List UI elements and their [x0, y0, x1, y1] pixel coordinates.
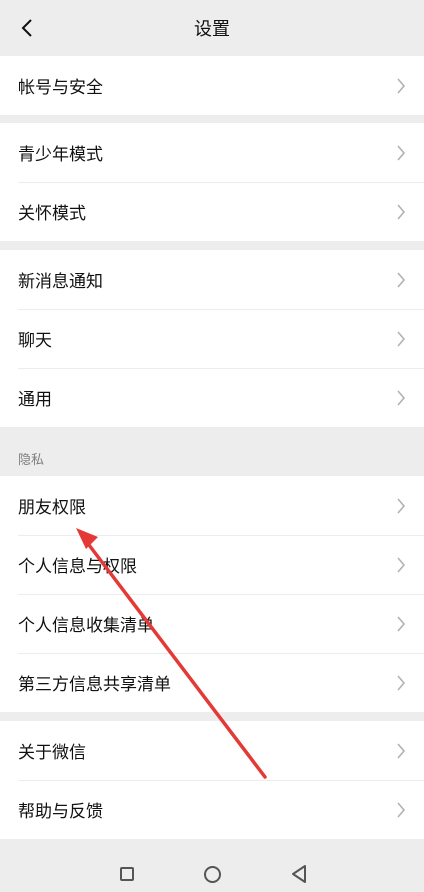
menu-item-care-mode[interactable]: 关怀模式 [0, 182, 424, 241]
menu-item-label: 新消息通知 [18, 272, 103, 292]
circle-icon[interactable] [204, 866, 221, 883]
menu-item-label: 第三方信息共享清单 [18, 675, 171, 695]
menu-item-friend-permissions[interactable]: 朋友权限 [0, 476, 424, 535]
chevron-right-icon [397, 330, 406, 347]
menu-item-label: 青少年模式 [18, 145, 103, 165]
menu-item-account-security[interactable]: 帐号与安全 [0, 56, 424, 115]
page-title: 设置 [194, 19, 230, 40]
settings-group-about: 关于微信 帮助与反馈 [0, 721, 424, 839]
chevron-right-icon [397, 144, 406, 161]
menu-item-help-feedback[interactable]: 帮助与反馈 [0, 780, 424, 839]
settings-group-privacy: 朋友权限 个人信息与权限 个人信息收集清单 第三方信息共享清单 [0, 476, 424, 712]
menu-item-label: 个人信息与权限 [18, 557, 137, 577]
triangle-back-icon[interactable] [290, 864, 308, 884]
chevron-right-icon [397, 674, 406, 691]
chevron-right-icon [397, 615, 406, 632]
chevron-right-icon [397, 801, 406, 818]
menu-item-label: 聊天 [18, 331, 52, 351]
menu-item-label: 个人信息收集清单 [18, 616, 154, 636]
menu-item-label: 帮助与反馈 [18, 802, 103, 822]
menu-item-third-party-sharing-list[interactable]: 第三方信息共享清单 [0, 653, 424, 712]
menu-item-teen-mode[interactable]: 青少年模式 [0, 123, 424, 182]
chevron-right-icon [397, 271, 406, 288]
menu-item-label: 帐号与安全 [18, 78, 103, 98]
chevron-right-icon [397, 497, 406, 514]
chevron-right-icon [397, 389, 406, 406]
chevron-right-icon [397, 203, 406, 220]
menu-item-label: 关于微信 [18, 743, 86, 763]
menu-item-label: 通用 [18, 390, 52, 410]
settings-group-account: 帐号与安全 [0, 56, 424, 115]
chevron-right-icon [397, 742, 406, 759]
section-label-privacy: 隐私 [18, 453, 45, 468]
menu-item-personal-info-list[interactable]: 个人信息收集清单 [0, 594, 424, 653]
square-icon[interactable] [120, 867, 134, 881]
menu-item-about-wechat[interactable]: 关于微信 [0, 721, 424, 780]
header-bar: 设置 [0, 0, 424, 56]
settings-group-general: 新消息通知 聊天 通用 [0, 250, 424, 427]
menu-item-chat[interactable]: 聊天 [0, 309, 424, 368]
menu-item-general[interactable]: 通用 [0, 368, 424, 427]
chevron-left-icon[interactable] [16, 16, 40, 40]
menu-item-label: 关怀模式 [18, 204, 86, 224]
chevron-right-icon [397, 77, 406, 94]
settings-group-modes: 青少年模式 关怀模式 [0, 123, 424, 241]
settings-page: 设置 帐号与安全 青少年模式 关怀模式 新消息通知 聊天 通用 隐私 朋友权限 … [0, 0, 424, 892]
menu-item-personal-info-permissions[interactable]: 个人信息与权限 [0, 535, 424, 594]
menu-item-notifications[interactable]: 新消息通知 [0, 250, 424, 309]
chevron-right-icon [397, 556, 406, 573]
menu-item-label: 朋友权限 [18, 498, 86, 518]
